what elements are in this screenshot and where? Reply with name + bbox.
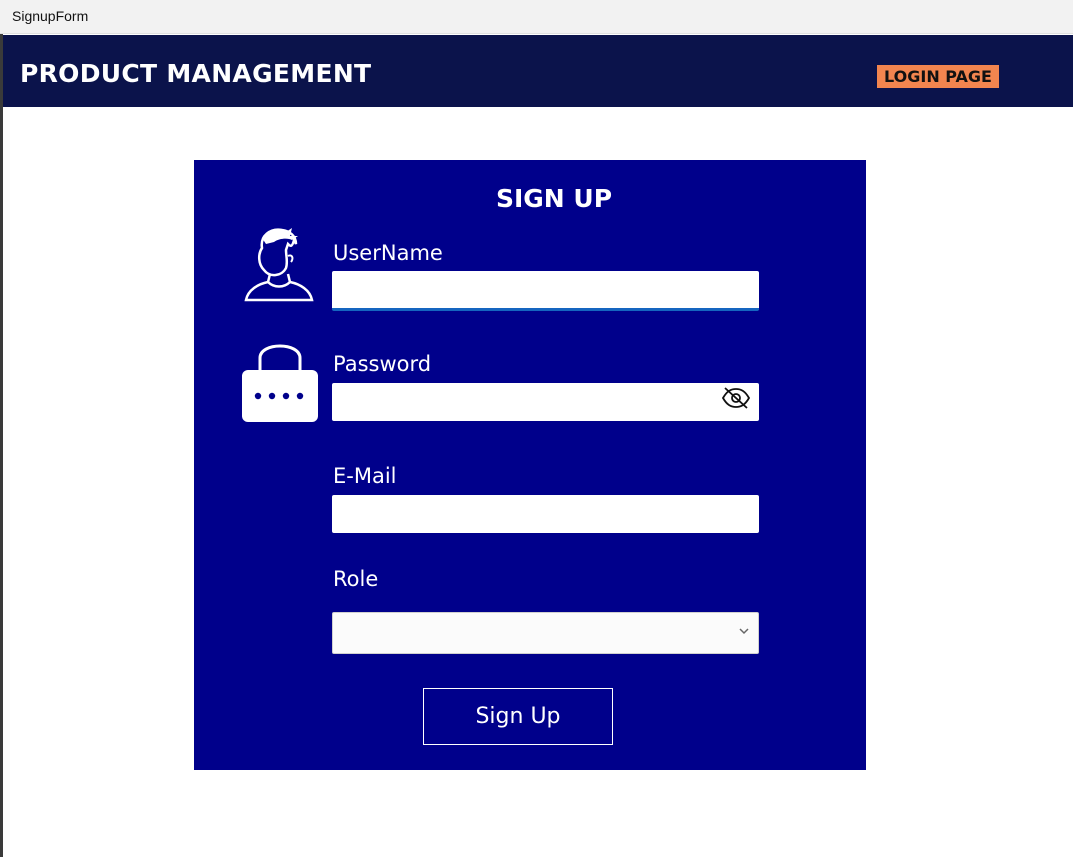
login-page-button[interactable]: LOGIN PAGE bbox=[877, 65, 999, 88]
eye-slash-icon[interactable] bbox=[721, 386, 751, 410]
username-input[interactable] bbox=[332, 271, 759, 311]
window-titlebar: SignupForm bbox=[0, 0, 1073, 34]
signup-panel: SIGN UP UserName Password E-Mail Role Si… bbox=[194, 160, 866, 770]
app-header: PRODUCT MANAGEMENT LOGIN PAGE bbox=[3, 35, 1073, 107]
window-left-border bbox=[0, 34, 3, 857]
lock-icon bbox=[242, 344, 318, 422]
role-label: Role bbox=[333, 567, 379, 591]
signup-title: SIGN UP bbox=[495, 184, 613, 213]
user-avatar-icon bbox=[244, 228, 314, 302]
signup-window: SignupForm PRODUCT MANAGEMENT LOGIN PAGE… bbox=[0, 0, 1073, 857]
email-input[interactable] bbox=[332, 495, 759, 533]
chevron-down-icon bbox=[739, 628, 749, 635]
signup-submit-button[interactable]: Sign Up bbox=[423, 688, 613, 745]
username-label: UserName bbox=[333, 241, 443, 265]
password-label: Password bbox=[333, 352, 432, 376]
email-label: E-Mail bbox=[333, 464, 397, 488]
window-title: SignupForm bbox=[12, 8, 89, 24]
app-title: PRODUCT MANAGEMENT bbox=[20, 59, 372, 88]
password-input[interactable] bbox=[332, 383, 759, 421]
role-dropdown[interactable] bbox=[332, 612, 759, 654]
